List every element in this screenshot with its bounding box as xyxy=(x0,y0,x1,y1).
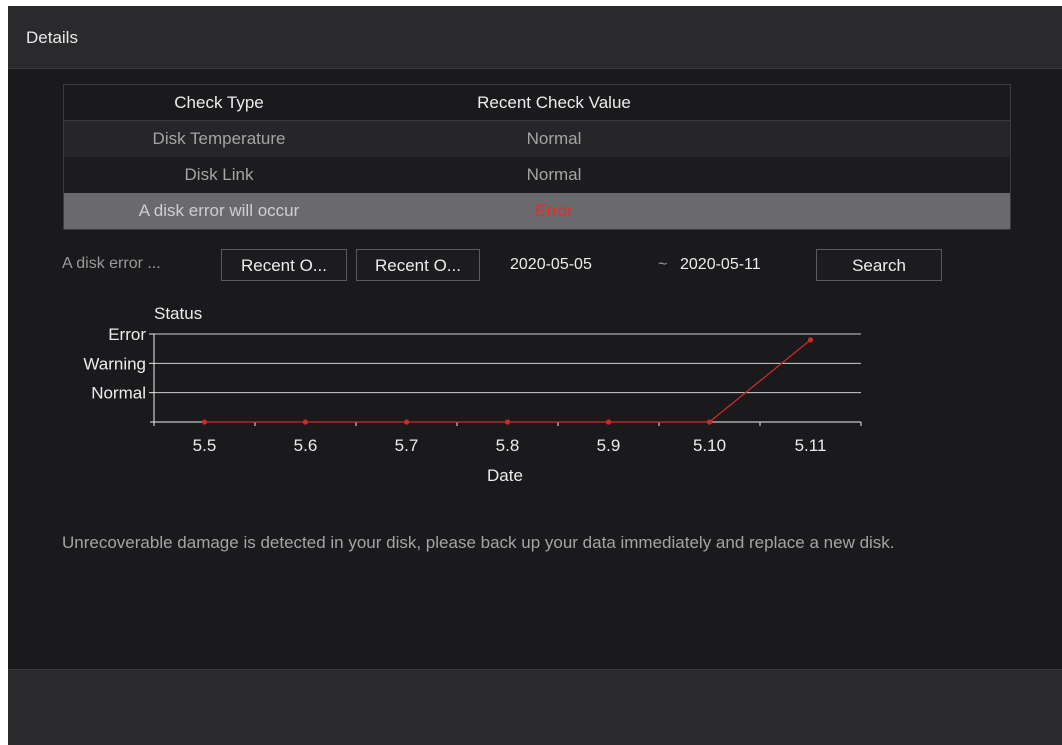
x-tick-label: 5.11 xyxy=(795,436,827,455)
footer-bar xyxy=(8,669,1062,745)
start-date-field[interactable]: 2020-05-05 xyxy=(510,256,592,274)
chart-x-tick-labels: 5.5 5.6 5.7 5.8 5.9 5.10 5.11 xyxy=(193,436,827,455)
status-chart: Status Date Normal Warning Error 5.5 5.6 5.7… xyxy=(83,304,862,485)
y-tick-label: Warning xyxy=(83,354,146,373)
header-check-type: Check Type xyxy=(174,93,264,112)
search-button[interactable]: Search xyxy=(816,249,942,281)
row-check-type: Disk Temperature xyxy=(152,129,286,148)
chart-axes xyxy=(149,333,862,426)
data-point xyxy=(807,337,814,343)
chart-grid xyxy=(154,333,861,394)
data-point xyxy=(302,419,309,425)
data-point xyxy=(706,419,713,425)
chart-y-tick-labels: Normal Warning Error xyxy=(83,325,146,403)
x-tick-label: 5.6 xyxy=(294,436,318,455)
x-tick-label: 5.5 xyxy=(193,436,217,455)
status-line xyxy=(204,339,811,423)
row-check-value: Normal xyxy=(526,165,582,184)
recent-one-button[interactable]: Recent O... xyxy=(221,249,347,281)
end-date-field[interactable]: 2020-05-11 xyxy=(680,256,761,274)
x-tick-label: 5.7 xyxy=(395,436,419,455)
x-tick-label: 5.10 xyxy=(693,436,726,455)
table-row[interactable]: Disk Temperature Normal xyxy=(64,121,1010,157)
y-tick-label: Error xyxy=(108,325,146,344)
dialog-title: Details xyxy=(26,28,78,47)
x-tick-label: 5.8 xyxy=(496,436,520,455)
data-point xyxy=(504,419,511,425)
filter-row: A disk error ... Recent O... Recent O...… xyxy=(8,246,1062,286)
details-dialog: Details Check Type Recent Check Value Di… xyxy=(8,6,1062,745)
table-header-row: Check Type Recent Check Value xyxy=(64,85,1010,121)
table-row-selected[interactable]: A disk error will occur Error xyxy=(64,193,1010,229)
check-table: Check Type Recent Check Value Disk Tempe… xyxy=(63,84,1011,230)
title-bar: Details xyxy=(8,6,1062,69)
header-recent-check-value: Recent Check Value xyxy=(477,93,631,112)
data-point xyxy=(201,419,208,425)
chart-y-axis-label: Status xyxy=(154,304,202,323)
row-check-value-error: Error xyxy=(535,201,573,220)
row-check-type: Disk Link xyxy=(184,165,254,184)
status-message: Unrecoverable damage is detected in your… xyxy=(62,533,895,552)
data-point xyxy=(605,419,612,425)
recent-two-button[interactable]: Recent O... xyxy=(356,249,480,281)
table-row[interactable]: Disk Link Normal xyxy=(64,157,1010,193)
x-tick-label: 5.9 xyxy=(597,436,621,455)
row-check-type: A disk error will occur xyxy=(138,201,300,220)
filter-type-label: A disk error ... xyxy=(62,255,161,272)
row-check-value: Normal xyxy=(526,129,582,148)
chart-series xyxy=(201,337,814,425)
chart-x-axis-label: Date xyxy=(487,466,523,485)
date-separator: ~ xyxy=(658,256,668,273)
data-point xyxy=(403,419,410,425)
y-tick-label: Normal xyxy=(91,384,146,403)
